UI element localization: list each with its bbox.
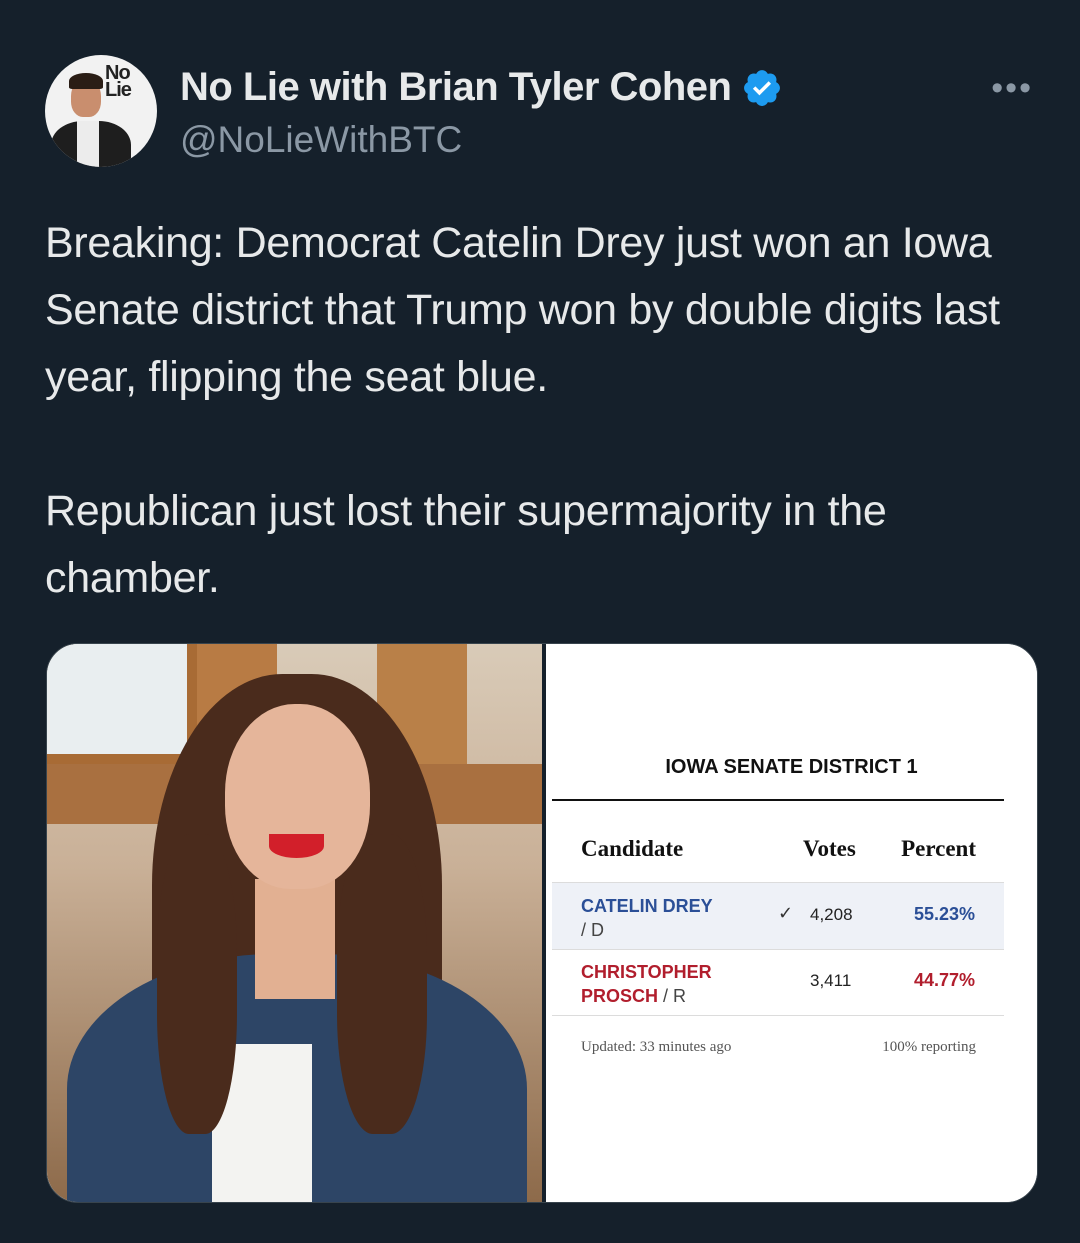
candidate-name: CATELIN DREY — [581, 896, 713, 916]
tweet-media[interactable]: IOWA SENATE DISTRICT 1 Candidate Votes P… — [46, 643, 1038, 1203]
verified-badge-icon[interactable] — [741, 67, 783, 109]
avatar-person-shirt — [77, 121, 99, 167]
tweet-paragraph-2: Republican just lost their supermajority… — [45, 487, 887, 602]
candidate-percent: 44.77% — [913, 970, 975, 990]
winner-check-icon: ✓ — [778, 903, 794, 923]
candidate-name: CHRISTOPHER PROSCH — [581, 962, 712, 1006]
candidate-votes: 4,208 — [810, 905, 853, 924]
photo-window — [47, 644, 197, 764]
candidate-percent: 55.23% — [913, 904, 975, 924]
candidate-party: / R — [663, 986, 687, 1006]
results-title-rule — [552, 799, 1004, 801]
tweet-paragraph-1: Breaking: Democrat Catelin Drey just won… — [45, 219, 1000, 401]
name-row: No Lie with Brian Tyler Cohen — [180, 65, 783, 110]
avatar-logo-text: No Lie — [105, 62, 132, 101]
photo-lips — [269, 834, 324, 858]
results-title: IOWA SENATE DISTRICT 1 — [665, 756, 918, 778]
header-votes: Votes — [803, 836, 856, 861]
author-display-name[interactable]: No Lie with Brian Tyler Cohen — [180, 65, 732, 110]
author-handle[interactable]: @NoLieWithBTC — [180, 119, 462, 161]
candidate-votes: 3,411 — [810, 971, 852, 990]
tweet-body: Breaking: Democrat Catelin Drey just won… — [45, 210, 1045, 612]
election-results-image[interactable]: IOWA SENATE DISTRICT 1 Candidate Votes P… — [546, 644, 1037, 1202]
candidate-photo[interactable] — [47, 644, 542, 1202]
tweet-header: No Lie No Lie with Brian Tyler Cohen @No… — [45, 55, 1045, 170]
avatar-person-hair — [69, 73, 103, 89]
photo-neck — [255, 879, 335, 999]
results-updated: Updated: 33 minutes ago — [581, 1039, 732, 1055]
candidate-cell: CATELIN DREY / D — [581, 894, 781, 942]
more-options-icon[interactable]: ••• — [991, 69, 1033, 108]
photo-face — [225, 704, 370, 889]
candidate-cell: CHRISTOPHER PROSCH / R — [581, 960, 781, 1008]
header-percent: Percent — [901, 836, 976, 861]
header-candidate: Candidate — [581, 836, 684, 861]
result-row-prosch: CHRISTOPHER PROSCH / R 3,411 44.77% — [552, 949, 1004, 1016]
photo-hair-left — [157, 834, 237, 1134]
avatar[interactable]: No Lie — [45, 55, 157, 167]
result-row-drey: CATELIN DREY / D ✓ 4,208 55.23% — [552, 882, 1004, 950]
candidate-party: / D — [581, 920, 605, 940]
photo-hair-right — [337, 834, 427, 1134]
results-reporting: 100% reporting — [882, 1039, 976, 1055]
